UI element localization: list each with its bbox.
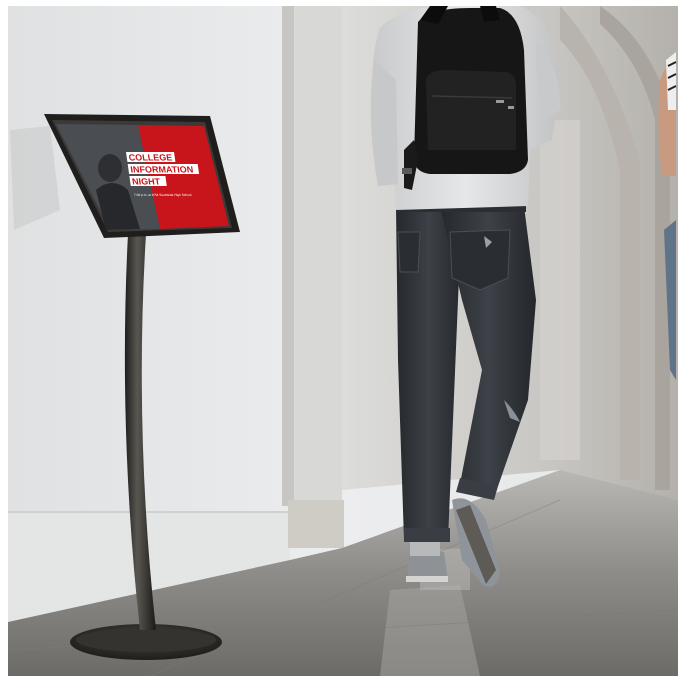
- poster-headline-line3: NIGHT: [131, 177, 161, 187]
- poster-headline-line2: INFORMATION: [130, 165, 194, 175]
- poster-subline: 7:00 p.m. at 1PM Southside High School: [134, 193, 192, 197]
- pillar-base: [288, 500, 344, 548]
- hallway-photo: COLLEGE INFORMATION NIGHT 7:00 p.m. at 1…: [0, 0, 678, 680]
- photo-scene: COLLEGE INFORMATION NIGHT 7:00 p.m. at 1…: [0, 0, 678, 680]
- backpack: [402, 6, 528, 190]
- poster-headline-line1: COLLEGE: [128, 153, 173, 163]
